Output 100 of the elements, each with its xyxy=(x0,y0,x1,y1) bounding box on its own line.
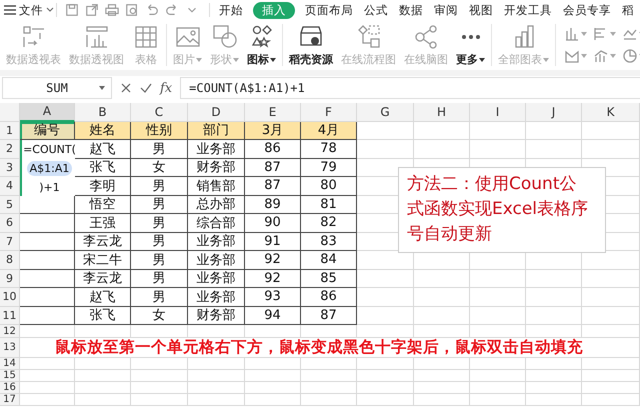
caret-icon[interactable] xyxy=(270,58,276,62)
combo-chart-icon[interactable] xyxy=(593,48,609,64)
name-box[interactable]: SUM xyxy=(2,77,112,99)
table-cell: 财务部 xyxy=(188,306,245,325)
row-header[interactable]: 4 xyxy=(0,177,20,196)
table-cell: 张飞 xyxy=(75,306,131,325)
table-cell: 92 xyxy=(245,270,301,288)
table-cell xyxy=(526,288,582,306)
confirm-icon[interactable] xyxy=(140,82,152,94)
menu-tab[interactable]: 开始 xyxy=(218,2,244,18)
menu-tab[interactable]: 稻 xyxy=(621,2,635,18)
column-header[interactable]: H xyxy=(414,103,470,122)
table-cell xyxy=(20,232,75,251)
table-cell: 男 xyxy=(131,232,188,251)
table-cell xyxy=(582,140,640,158)
formula-input[interactable]: =COUNT(A$1:A1)+1 xyxy=(180,77,640,99)
table-cell xyxy=(526,370,582,382)
table-cell xyxy=(131,394,188,406)
table-cell xyxy=(20,358,75,370)
menu-tab[interactable]: 页面布局 xyxy=(304,2,354,18)
row-header[interactable]: 9 xyxy=(0,270,20,288)
column-header[interactable]: I xyxy=(470,103,526,122)
menu-tab[interactable]: 审阅 xyxy=(433,2,459,18)
table-cell xyxy=(20,370,75,382)
table-cell xyxy=(188,394,245,406)
row-header[interactable]: 7 xyxy=(0,232,20,251)
column-header[interactable]: E xyxy=(245,103,301,122)
area-chart-icon[interactable] xyxy=(564,48,580,64)
row-header[interactable]: 3 xyxy=(0,158,20,177)
ribbon-button[interactable]: 更多 xyxy=(455,23,486,67)
table-cell: 业务部 xyxy=(188,251,245,270)
table-cell xyxy=(20,394,75,406)
undo-icon[interactable] xyxy=(145,3,159,17)
row-header[interactable]: 15 xyxy=(0,370,20,382)
table-cell: 91 xyxy=(245,232,301,251)
insert-function-button[interactable]: fx xyxy=(160,80,172,96)
row-header[interactable]: 1 xyxy=(0,122,20,140)
pie-chart-icon[interactable] xyxy=(622,48,638,64)
column-header[interactable]: B xyxy=(75,103,131,122)
table-cell xyxy=(75,370,131,382)
row-header[interactable]: 14 xyxy=(0,358,20,370)
table-cell: 王强 xyxy=(75,214,131,232)
table-cell: 87 xyxy=(245,158,301,177)
table-cell: 男 xyxy=(131,214,188,232)
row-header[interactable]: 2 xyxy=(0,140,20,158)
menu-tab[interactable]: 会员专享 xyxy=(562,2,612,18)
column-header[interactable]: C xyxy=(131,103,188,122)
column-header[interactable]: F xyxy=(301,103,357,122)
row-header[interactable]: 6 xyxy=(0,214,20,232)
range-reference: A$1:A1 xyxy=(26,160,72,176)
table-cell xyxy=(414,270,470,288)
table-cell xyxy=(245,358,301,370)
table-cell xyxy=(470,122,526,140)
caption-text: 鼠标放至第一个单元格右下方，鼠标变成黑色十字架后，鼠标双击自动填充 xyxy=(20,338,640,358)
table-cell xyxy=(526,394,582,406)
row-header[interactable]: 17 xyxy=(0,394,20,406)
table-cell: 87 xyxy=(245,177,301,196)
table-cell: 宋二牛 xyxy=(75,251,131,270)
column-chart-icon[interactable] xyxy=(564,26,580,42)
file-menu[interactable]: 文件 xyxy=(19,2,43,18)
save-icon[interactable] xyxy=(65,3,79,17)
caret-icon[interactable] xyxy=(99,86,105,90)
table-cell: 81 xyxy=(301,196,357,214)
column-header[interactable]: A xyxy=(20,103,75,122)
table-cell xyxy=(526,270,582,288)
row-header[interactable]: 10 xyxy=(0,288,20,306)
row-header[interactable]: 8 xyxy=(0,251,20,270)
menu-tab[interactable]: 视图 xyxy=(468,2,494,18)
cancel-icon[interactable] xyxy=(120,82,132,94)
column-header[interactable]: D xyxy=(188,103,245,122)
column-header[interactable]: J xyxy=(526,103,582,122)
table-cell xyxy=(414,394,470,406)
table-cell xyxy=(470,394,526,406)
menu-tab[interactable]: 开发工具 xyxy=(503,2,553,18)
header-cell: 姓名 xyxy=(75,122,131,140)
print-icon[interactable] xyxy=(105,3,119,17)
row-header[interactable]: 5 xyxy=(0,196,20,214)
table-cell xyxy=(470,306,526,325)
table-cell: 93 xyxy=(245,288,301,306)
export-icon[interactable] xyxy=(85,3,99,17)
row-header[interactable]: 12 xyxy=(0,325,20,338)
column-header[interactable]: K xyxy=(582,103,640,122)
row-header[interactable]: 11 xyxy=(0,306,20,325)
table-cell: 男 xyxy=(131,177,188,196)
ribbon-button[interactable]: 稻壳资源 xyxy=(288,23,334,67)
menu-tab[interactable]: 数据 xyxy=(398,2,424,18)
table-cell xyxy=(20,270,75,288)
menu-icon[interactable] xyxy=(4,5,16,15)
caret-icon[interactable] xyxy=(479,58,485,62)
table-cell xyxy=(131,382,188,394)
menu-tab[interactable]: 公式 xyxy=(363,2,389,18)
ribbon-button[interactable]: 图标 xyxy=(246,23,277,67)
table-cell xyxy=(357,394,414,406)
row-header[interactable]: 16 xyxy=(0,382,20,394)
redo-icon[interactable] xyxy=(165,3,179,17)
table-cell xyxy=(357,122,414,140)
table-cell xyxy=(188,382,245,394)
column-header[interactable]: G xyxy=(357,103,414,122)
caret-icon[interactable] xyxy=(46,7,54,13)
row-header[interactable]: 13 xyxy=(0,338,20,358)
